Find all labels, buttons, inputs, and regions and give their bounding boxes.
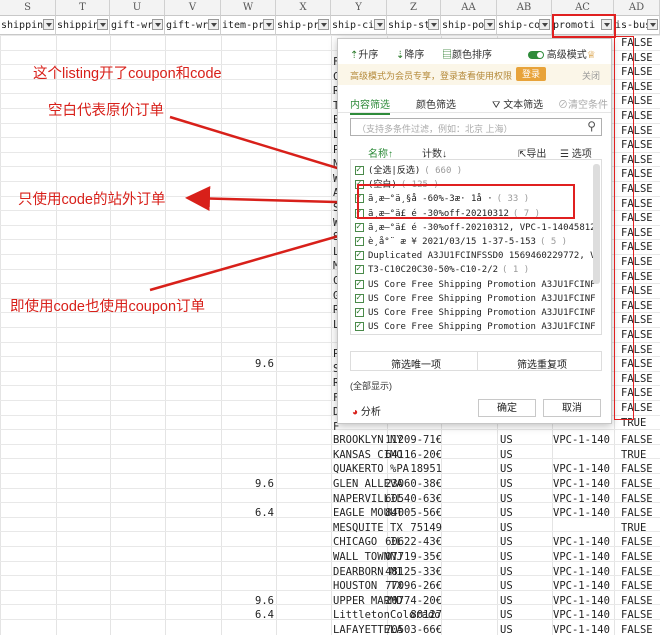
annotation-code-and-coupon: 即使用code也使用coupon订单 [10, 299, 206, 315]
value-item[interactable]: T3-C10C20C30-50%-C10-2/2( 1 ) [355, 263, 595, 278]
value-item-count: ( 1 ) [502, 265, 530, 276]
search-input[interactable]: （支持多条件过滤，例如：北京 上海） [357, 122, 513, 135]
tab-content-filter[interactable]: 内容筛选 [350, 96, 390, 115]
sort-asc-button[interactable]: ⇡升序 [350, 46, 378, 61]
checkbox[interactable] [355, 164, 364, 178]
filter-tabs: 内容筛选 颜色筛选 ⛛ 文本筛选 ⊘清空条件 [338, 94, 611, 115]
checkbox[interactable] [355, 263, 364, 277]
value-item[interactable]: (全选|反选)( 660 ) [355, 164, 595, 179]
list-scrollbar[interactable] [593, 164, 600, 284]
value-item-label: (全选|反选) [368, 166, 421, 176]
value-item[interactable]: US Core Free Shipping Promotion A3JU1FCI… [355, 320, 595, 335]
filter-duplicate-button[interactable]: 筛选重复项 [517, 356, 567, 371]
value-item[interactable]: US Core Free Shipping Promotion A3JU1FCI… [355, 306, 595, 321]
pie-chart-icon: ◕ [352, 407, 359, 418]
annotation-code-only: 只使用code的站外订单 [18, 192, 166, 208]
value-item-label: US Core Free Shipping Promotion A3JU1FCI… [368, 322, 595, 333]
close-notice-button[interactable]: 关闭 [582, 69, 600, 82]
checkbox[interactable] [355, 320, 364, 334]
code-items-highlight [357, 184, 575, 219]
promotion-column-highlight [552, 14, 616, 38]
value-item-label: US Core Free Shipping Promotion A3JU1FCI… [368, 308, 595, 318]
checkbox[interactable] [355, 278, 364, 292]
search-icon[interactable]: ⚲ [587, 119, 596, 133]
value-item-label: è¸å°¨ æ ¥ 2021/03/15 1-37-5-153 [368, 237, 536, 247]
sort-row: ⇡升序 ⇣降序 ▤颜色排序 高级模式♕ [338, 43, 611, 61]
color-sort-icon: ▤ [442, 50, 452, 61]
cancel-button[interactable]: 取消 [543, 399, 601, 417]
checkbox[interactable] [355, 249, 364, 263]
value-item-label: Duplicated A3JU1FCINFSSD0 1569460229772,… [368, 251, 595, 262]
vip-notice-bar: 高级模式为会员专享，登录查看使用权限 登录 关闭 [338, 64, 611, 85]
count-column-header[interactable]: 计数↓ [422, 145, 447, 160]
annotation-blank: 空白代表原价订单 [48, 103, 164, 119]
export-button[interactable]: ⇱导出 [518, 145, 546, 160]
clear-conditions-button[interactable]: ⊘清空条件 [558, 96, 608, 111]
analysis-button[interactable]: ◕ 分析 [352, 403, 381, 418]
advanced-mode-toggle[interactable]: 高级模式♕ [528, 46, 596, 61]
value-item[interactable]: Duplicated A3JU1FCINFSSD0 1569460229772,… [355, 249, 595, 264]
checkbox[interactable] [355, 221, 364, 235]
value-item-label: US Core Free Shipping Promotion A3JU1FCI… [368, 279, 595, 290]
value-item-label: US Core Free Shipping Promotion A3JU1FCI… [368, 293, 595, 304]
name-column-header[interactable]: 名称↑ [368, 145, 393, 160]
value-item-label: T3-C10C20C30-50%-C10-2/2 [368, 265, 499, 276]
options-button[interactable]: ☰ 选项 [560, 145, 592, 160]
value-item-label: ã¸æ–°ä£ é -30%off-20210312, VPC-1-140458… [368, 222, 595, 233]
sort-desc-button[interactable]: ⇣降序 [396, 46, 424, 61]
value-item[interactable]: è¸å°¨ æ ¥ 2021/03/15 1-37-5-153( 5 ) [355, 235, 595, 250]
clear-icon: ⊘ [558, 100, 568, 111]
filter-dropdown-panel: ⇡升序 ⇣降序 ▤颜色排序 高级模式♕ 高级模式为会员专享，登录查看使用权限 登… [337, 38, 612, 424]
value-item[interactable]: US Core Free Shipping Promotion A3JU1FCI… [355, 292, 595, 307]
divider [477, 352, 478, 370]
value-item-count: ( 5 ) [539, 237, 568, 247]
text-filter-button[interactable]: ⛛ 文本筛选 [492, 96, 543, 111]
funnel-icon: ⛛ [492, 100, 501, 111]
isbusiness-column-highlight [614, 36, 634, 420]
sort-color-button[interactable]: ▤颜色排序 [442, 46, 492, 61]
filter-search-box[interactable]: （支持多条件过滤，例如：北京 上海） ⚲ [350, 118, 602, 136]
annotation-listing: 这个listing开了coupon和code [33, 66, 222, 82]
show-all-label[interactable]: (全部显示) [350, 379, 392, 392]
unique-dup-bar: 筛选唯一项 筛选重复项 [350, 351, 602, 371]
value-item-count: ( 660 ) [424, 166, 463, 176]
value-item[interactable]: ã¸æ–°ä£ é -30%off-20210312, VPC-1-140458… [355, 221, 595, 236]
tab-color-filter[interactable]: 颜色筛选 [416, 96, 456, 111]
checkbox[interactable] [355, 292, 364, 306]
value-item[interactable]: US Core Free Shipping Promotion A3JU1FCI… [355, 278, 595, 293]
list-header: 名称↑ 计数↓ ⇱导出 ☰ 选项 [338, 143, 611, 160]
checkbox[interactable] [355, 306, 364, 320]
login-button[interactable]: 登录 [516, 67, 546, 81]
toggle-switch-icon [528, 51, 544, 60]
filter-unique-button[interactable]: 筛选唯一项 [391, 356, 441, 371]
checkbox[interactable] [355, 235, 364, 249]
vip-crown-icon: ♕ [586, 50, 596, 61]
ok-button[interactable]: 确定 [478, 399, 536, 417]
